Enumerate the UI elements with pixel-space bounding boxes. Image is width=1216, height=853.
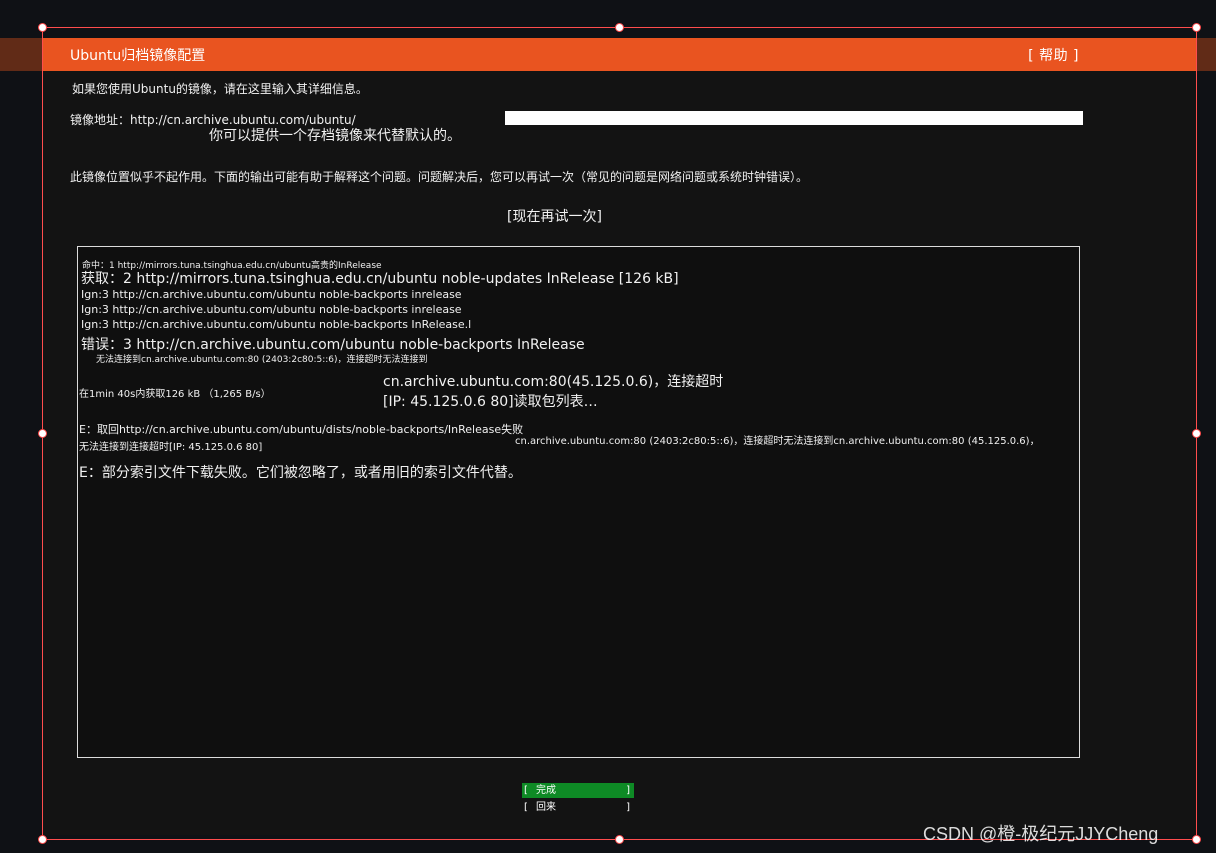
log-line: 无法连接到连接超时[IP: 45.125.0.6 80]	[79, 442, 263, 453]
done-button-label: 完成	[536, 785, 556, 796]
error-message: 此镜像位置似乎不起作用。下面的输出可能有助于解释这个问题。问题解决后，您可以再试…	[70, 170, 809, 184]
resize-handle[interactable]	[1192, 429, 1201, 438]
resize-handle[interactable]	[615, 23, 624, 32]
resize-handle[interactable]	[615, 835, 624, 844]
mirror-config-dialog: Ubuntu归档镜像配置 [ 帮助 ] 如果您使用Ubuntu的镜像，请在这里输…	[42, 38, 1197, 835]
resize-handle[interactable]	[38, 429, 47, 438]
log-line: Ign:3 http://cn.archive.ubuntu.com/ubunt…	[81, 303, 462, 316]
log-line: 无法连接到cn.archive.ubuntu.com:80 (2403:2c80…	[96, 355, 428, 365]
log-line: Ign:3 http://cn.archive.ubuntu.com/ubunt…	[81, 318, 472, 331]
retry-button[interactable]: [现在再试一次]	[507, 206, 602, 226]
help-button[interactable]: [ 帮助 ]	[1028, 45, 1079, 65]
log-line: cn.archive.ubuntu.com:80(45.125.0.6)，连接超…	[383, 374, 724, 390]
log-line: E：部分索引文件下载失败。它们被忽略了，或者用旧的索引文件代替。	[79, 465, 522, 481]
bracket: [	[524, 802, 528, 813]
log-line: 获取：2 http://mirrors.tuna.tsinghua.edu.cn…	[81, 271, 679, 287]
intro-text: 如果您使用Ubuntu的镜像，请在这里输入其详细信息。	[72, 82, 368, 96]
resize-handle[interactable]	[1192, 23, 1201, 32]
resize-handle[interactable]	[1192, 835, 1201, 844]
bracket: [	[524, 785, 528, 796]
log-line: E：取回http://cn.archive.ubuntu.com/ubuntu/…	[79, 423, 524, 436]
log-line: 错误：3 http://cn.archive.ubuntu.com/ubuntu…	[81, 337, 585, 353]
dialog-title: Ubuntu归档镜像配置	[70, 48, 206, 64]
dialog-titlebar: Ubuntu归档镜像配置 [ 帮助 ]	[42, 38, 1197, 71]
log-line: [IP: 45.125.0.6 80]读取包列表…	[383, 394, 598, 410]
back-button[interactable]: [ 回来 ]	[522, 800, 634, 815]
bracket: ]	[626, 802, 630, 813]
resize-handle[interactable]	[38, 835, 47, 844]
mirror-address-input[interactable]	[505, 111, 1083, 125]
screen: Ubuntu归档镜像配置 [ 帮助 ] 如果您使用Ubuntu的镜像，请在这里输…	[0, 0, 1216, 853]
log-line: Ign:3 http://cn.archive.ubuntu.com/ubunt…	[81, 288, 462, 301]
resize-handle[interactable]	[38, 23, 47, 32]
log-line: cn.archive.ubuntu.com:80 (2403:2c80:5::6…	[515, 436, 1040, 447]
watermark: CSDN @橙-极纪元JJYCheng	[923, 824, 1159, 844]
back-button-label: 回来	[536, 802, 556, 813]
output-log[interactable]: 命中：1 http://mirrors.tuna.tsinghua.edu.cn…	[77, 246, 1080, 758]
bracket: ]	[626, 785, 630, 796]
log-line: 在1min 40s内获取126 kB （1,265 B/s）	[79, 389, 271, 400]
mirror-hint: 你可以提供一个存档镜像来代替默认的。	[209, 128, 461, 144]
done-button[interactable]: [ 完成 ]	[522, 783, 634, 798]
